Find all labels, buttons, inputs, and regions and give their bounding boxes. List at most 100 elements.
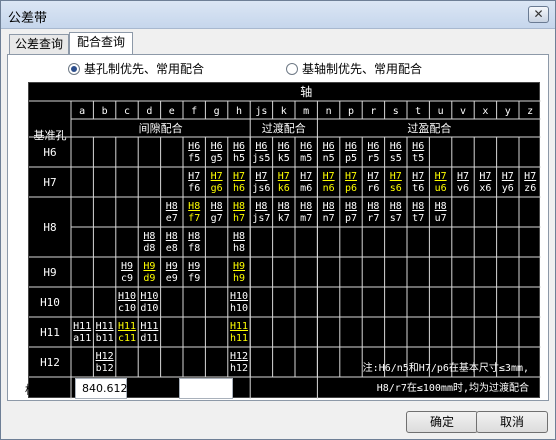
- fit-shaft-H8-e7: e7: [166, 213, 178, 224]
- tab-tolerance-query[interactable]: 公差查询: [9, 34, 69, 54]
- fit-shaft-H8-m7: m7: [300, 213, 312, 224]
- shaft-letter-y: y: [505, 106, 511, 117]
- fit-shaft-H8-d8: d8: [143, 243, 155, 254]
- close-button[interactable]: ✕: [528, 6, 549, 23]
- fit-shaft-H6-g5: g5: [211, 153, 223, 164]
- fit-hole-H8-f8: H8: [188, 231, 200, 242]
- fit-hole-H7-k6: H7: [278, 171, 290, 182]
- fit-hole-H10-h10: H10: [230, 291, 248, 302]
- fit-hole-H6-g5: H6: [211, 141, 223, 152]
- shaft-letter-b: b: [102, 106, 108, 117]
- fit-hole-H8-r7: H8: [367, 201, 379, 212]
- base-hole-header: 基准孔: [34, 129, 67, 142]
- fit-hole-H10-d10: H10: [140, 291, 158, 302]
- fit-hole-H8-js7: H8: [255, 201, 267, 212]
- fit-hole-H6-h5: H6: [233, 141, 245, 152]
- fit-shaft-H7-js6: js6: [252, 183, 270, 194]
- fit-shaft-H11-c11: c11: [118, 333, 136, 344]
- fit-hole-H11-c11: H11: [118, 321, 136, 332]
- fit-hole-H8-u7: H8: [435, 201, 447, 212]
- fit-hole-H12-h12: H12: [230, 351, 248, 362]
- fit-shaft-H8-n7: n7: [323, 213, 335, 224]
- radio-unchecked-icon: [286, 63, 298, 75]
- fit-hole-H6-f5: H6: [188, 141, 200, 152]
- fit-hole-H6-m5: H6: [300, 141, 312, 152]
- fit-hole-H8-g7: H8: [211, 201, 223, 212]
- marked-value-field[interactable]: 840.612: [75, 378, 128, 399]
- row-label-H8: H8: [43, 221, 56, 234]
- shaft-letter-r: r: [370, 106, 376, 117]
- shaft-letter-u: u: [438, 106, 444, 117]
- title-bar: 公差带 ✕: [1, 1, 555, 29]
- fit-hole-H9-d9: H9: [143, 261, 155, 272]
- dialog-window: 公差带 ✕ 公差查询 配合查询 基孔制优先、常用配合 基轴制优先、常用配合 轴基…: [0, 0, 556, 440]
- fit-hole-H7-x6: H7: [479, 171, 491, 182]
- fit-shaft-H8-h8: h8: [233, 243, 245, 254]
- tab-fit-query[interactable]: 配合查询: [69, 32, 133, 55]
- fit-shaft-H8-g7: g7: [211, 213, 223, 224]
- fit-shaft-H6-f5: f5: [188, 153, 200, 164]
- fit-hole-H7-js6: H7: [255, 171, 267, 182]
- marked-value-label: 标注值:: [25, 383, 66, 397]
- fit-shaft-H8-f7: f7: [188, 213, 200, 224]
- window-title: 公差带: [8, 11, 48, 26]
- shaft-letter-g: g: [214, 106, 220, 117]
- fit-shaft-H9-d9: d9: [143, 273, 155, 284]
- fit-hole-H7-z6: H7: [524, 171, 536, 182]
- radio-hole-basis[interactable]: 基孔制优先、常用配合: [68, 61, 204, 77]
- radio-checked-icon: [68, 63, 80, 75]
- fit-shaft-H7-u6: u6: [435, 183, 447, 194]
- shaft-letter-z: z: [527, 106, 533, 117]
- fit-shaft-H6-r5: r5: [367, 153, 379, 164]
- shaft-letter-s: s: [393, 106, 399, 117]
- fit-hole-H6-js5: H6: [255, 141, 267, 152]
- fit-group-label-1: 过渡配合: [262, 121, 306, 135]
- fit-hole-H7-f6: H7: [188, 171, 200, 182]
- fit-shaft-H9-h9: h9: [233, 273, 245, 284]
- fit-hole-H11-h11: H11: [230, 321, 248, 332]
- fit-shaft-H7-s6: s6: [390, 183, 402, 194]
- fit-hole-H9-h9: H9: [233, 261, 245, 272]
- fit-hole-H6-n5: H6: [323, 141, 335, 152]
- fit-shaft-H10-d10: d10: [140, 303, 158, 314]
- fit-shaft-H9-e9: e9: [166, 273, 178, 284]
- fit-shaft-H11-d11: d11: [140, 333, 158, 344]
- shaft-letter-h: h: [236, 106, 242, 117]
- shaft-letter-c: c: [124, 106, 130, 117]
- fit-hole-H7-m6: H7: [300, 171, 312, 182]
- shaft-letter-v: v: [460, 106, 466, 117]
- shaft-letter-m: m: [303, 106, 309, 117]
- fit-shaft-H6-js5: js5: [252, 153, 270, 164]
- radio-shaft-basis[interactable]: 基轴制优先、常用配合: [286, 61, 422, 77]
- fit-hole-H6-k5: H6: [278, 141, 290, 152]
- fit-hole-H7-p6: H7: [345, 171, 357, 182]
- fit-shaft-H7-z6: z6: [524, 183, 536, 194]
- fit-hole-H8-s7: H8: [390, 201, 402, 212]
- cancel-button[interactable]: 取消: [476, 411, 548, 433]
- fit-shaft-H7-h6: h6: [233, 183, 245, 194]
- fit-query-panel: 基孔制优先、常用配合 基轴制优先、常用配合 轴基准孔 a b c d e f g h js k m n p…: [7, 54, 549, 401]
- fit-hole-H7-r6: H7: [367, 171, 379, 182]
- fit-table-grid: 轴基准孔 a b c d e f g h js k m n p r s t u v x y z 间隙配合 过渡配合 过盈配合 H6…: [29, 84, 541, 399]
- fit-hole-H7-g6: H7: [211, 171, 223, 182]
- ok-button[interactable]: 确定: [406, 411, 478, 433]
- shaft-letter-a: a: [79, 106, 85, 117]
- fit-shaft-H8-r7: r7: [367, 213, 379, 224]
- fit-shaft-H8-e8: e8: [166, 243, 178, 254]
- fit-shaft-H7-r6: r6: [367, 183, 379, 194]
- fit-shaft-H8-s7: s7: [390, 213, 402, 224]
- fit-field[interactable]: [179, 378, 233, 399]
- fit-hole-H9-f9: H9: [188, 261, 200, 272]
- fit-shaft-H7-f6: f6: [188, 183, 200, 194]
- fit-shaft-H11-h11: h11: [230, 333, 248, 344]
- fit-shaft-H10-h10: h10: [230, 303, 248, 314]
- fit-shaft-H8-p7: p7: [345, 213, 357, 224]
- fit-hole-H6-p5: H6: [345, 141, 357, 152]
- fit-shaft-H12-h12: h12: [230, 363, 248, 374]
- fit-shaft-H11-a11: a11: [73, 333, 91, 344]
- fit-hole-H8-e7: H8: [166, 201, 178, 212]
- fit-shaft-H7-k6: k6: [278, 183, 290, 194]
- fit-shaft-H9-c9: c9: [121, 273, 133, 284]
- fit-shaft-H8-f8: f8: [188, 243, 200, 254]
- shaft-letter-x: x: [482, 106, 488, 117]
